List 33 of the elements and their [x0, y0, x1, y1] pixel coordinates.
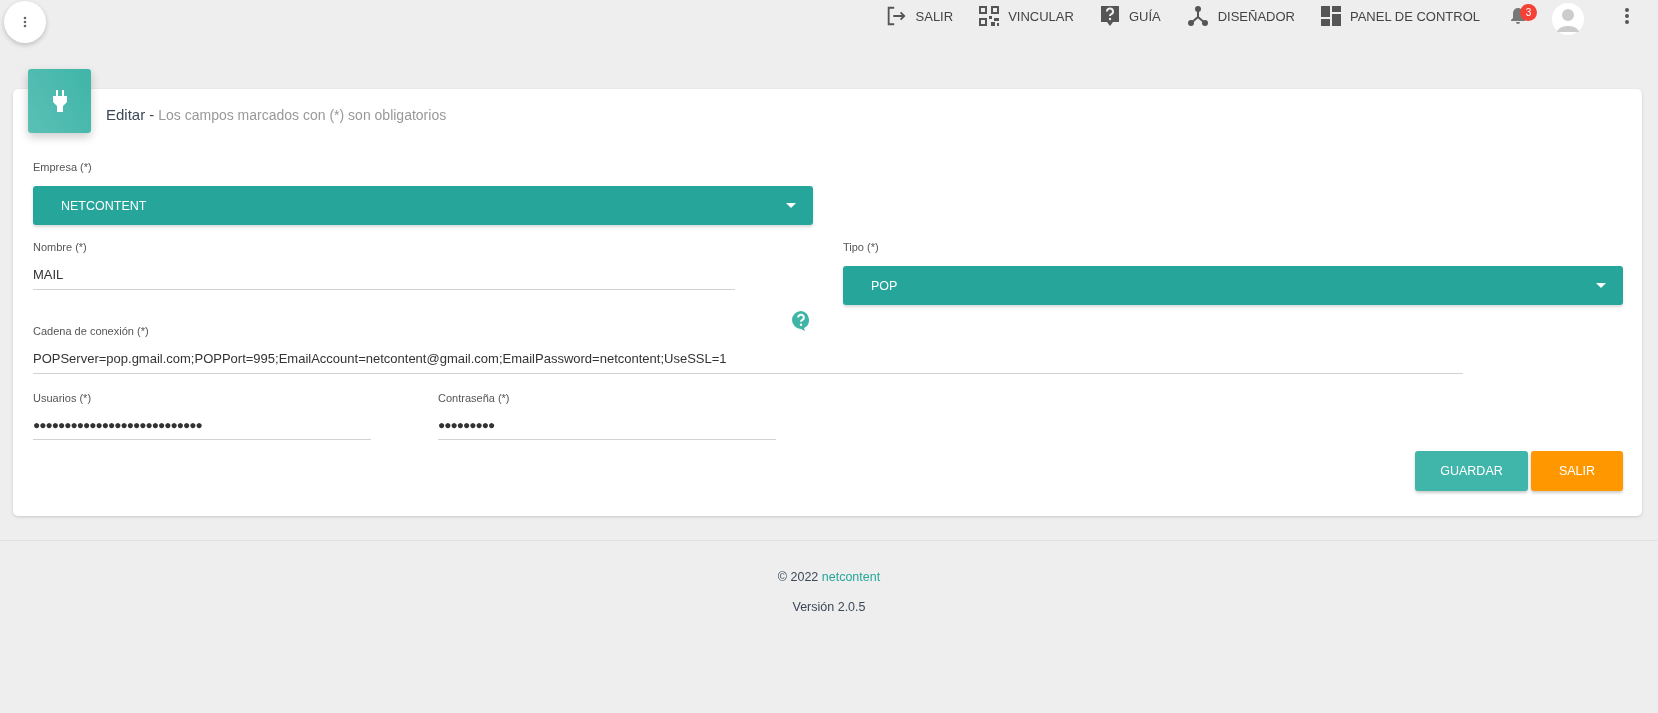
- copyright-text: © 2022 netcontent: [777, 570, 881, 584]
- nav-link[interactable]: DISEÑADOR: [1186, 5, 1295, 27]
- network-icon: [1186, 5, 1209, 27]
- qr-code-icon: [979, 6, 1000, 26]
- field-label: Cadena de conexión (*): [33, 325, 149, 337]
- field-label: Contraseña (*): [438, 392, 511, 404]
- help-icon[interactable]: [792, 311, 810, 331]
- password-field[interactable]: ●●●●●●●●●●●●●●●●●●●●●●●●●●●: [33, 404, 371, 440]
- field-label: Usuarios (*): [33, 392, 93, 404]
- avatar-icon[interactable]: [1552, 3, 1584, 35]
- more-icon: [23, 16, 27, 28]
- menu-button[interactable]: [4, 1, 46, 43]
- nav-link[interactable]: VINCULAR: [979, 6, 1074, 26]
- card-title: Editar -: [106, 106, 155, 123]
- input-field[interactable]: POPServer=pop.gmail.com;POPPort=995;EmailAccount=netcontent@gmail.com;EmailPassword=netcontent;UseSSL=1: [33, 337, 1463, 374]
- field-label: Empresa (*): [33, 161, 93, 173]
- card-subtitle: Los campos marcados con (*) son obligatorios: [158, 107, 447, 123]
- caret-icon: [1596, 283, 1606, 288]
- notifications-button[interactable]: 3: [1510, 4, 1540, 28]
- nav-link[interactable]: GUÍA: [1099, 5, 1161, 27]
- field-label: Tipo (*): [843, 241, 880, 253]
- nav-link[interactable]: PANEL DE CONTROL: [1320, 6, 1480, 26]
- plug-icon: [52, 90, 67, 112]
- nav-link[interactable]: SALIR: [884, 5, 954, 27]
- caret-icon: [786, 203, 796, 208]
- notification-count: 3: [1520, 4, 1537, 21]
- version-text: Versión 2.0.5: [792, 600, 866, 614]
- help-icon: [1099, 5, 1120, 27]
- input-field[interactable]: MAIL: [33, 253, 735, 290]
- more-icon[interactable]: [1624, 7, 1630, 25]
- field-label: Nombre (*): [33, 241, 88, 253]
- password-field[interactable]: ●●●●●●●●●: [438, 404, 776, 440]
- dashboard-icon: [1320, 6, 1341, 26]
